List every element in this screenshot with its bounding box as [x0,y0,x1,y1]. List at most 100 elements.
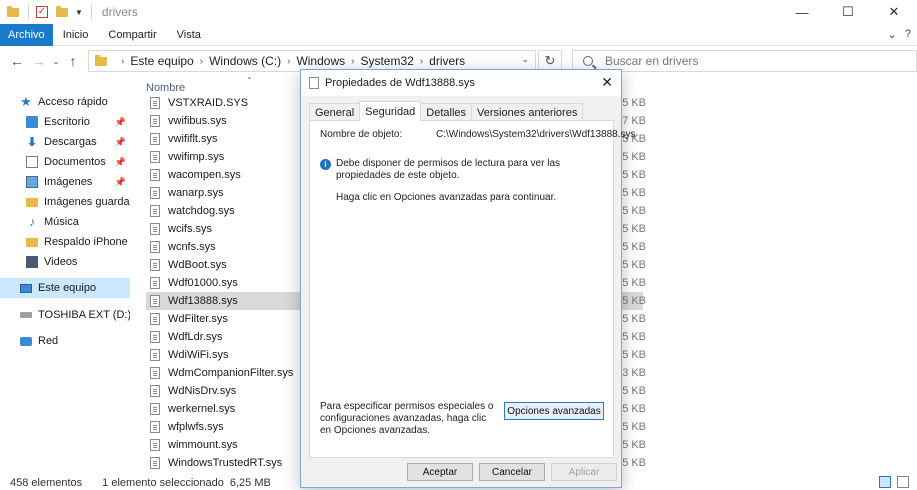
details-view-icon[interactable] [879,476,891,488]
sidebar-item-acceso-rapido[interactable]: ★ Acceso rápido [0,92,130,112]
continue-message: Haga clic en Opciones avanzadas para con… [336,192,557,203]
large-icons-view-icon[interactable] [897,476,909,488]
sidebar-item-documentos[interactable]: Documentos 📌 [0,152,130,172]
system-file-icon [150,457,160,469]
sidebar-item-imagenes-guardadas[interactable]: Imágenes guardadas [0,192,130,212]
videos-icon [26,256,38,268]
breadcrumb-este-equipo[interactable]: Este equipo [130,54,193,68]
file-size-fragment: 5 KB [622,382,646,400]
file-row[interactable]: WdNisDrv.sys [146,382,306,400]
file-size-unit: KB [631,385,646,397]
tab-archivo[interactable]: Archivo [0,23,53,46]
pin-icon: 📌 [114,176,126,187]
system-file-icon [150,259,160,271]
tab-versiones-anteriores[interactable]: Versiones anteriores [471,103,584,121]
file-row[interactable]: VSTXRAID.SYS [146,94,306,112]
sidebar-item-este-equipo[interactable]: Este equipo [0,278,130,298]
folder-icon [26,237,38,247]
maximize-button[interactable]: ☐ [825,0,871,24]
file-row[interactable]: vwifimp.sys [146,148,306,166]
breadcrumb-separator[interactable]: › [121,56,124,67]
tab-detalles[interactable]: Detalles [420,103,473,121]
file-row[interactable]: WdfLdr.sys [146,328,306,346]
properties-check-icon[interactable]: ✓ [35,5,49,19]
system-file-icon [150,151,160,163]
file-row[interactable]: wanarp.sys [146,184,306,202]
search-input[interactable]: Buscar en drivers [572,50,917,72]
minimize-button[interactable]: — [779,0,825,24]
file-size-digit: 3 [622,367,629,379]
file-row[interactable]: vwifibus.sys [146,112,306,130]
file-size-digit: 5 [622,295,629,307]
sidebar-item-videos[interactable]: Videos [0,252,130,272]
file-size-unit: KB [631,277,646,289]
breadcrumb-separator[interactable]: › [200,56,203,67]
close-window-button[interactable]: ✕ [871,0,917,24]
column-header-name[interactable]: Nombre [146,82,185,94]
file-size-unit: KB [631,187,646,199]
cancel-button[interactable]: Cancelar [479,463,545,481]
file-size-fragment: 5 KB [622,418,646,436]
breadcrumb-separator[interactable]: › [420,56,423,67]
file-row[interactable]: wacompen.sys [146,166,306,184]
sidebar-item-imagenes[interactable]: Imágenes 📌 [0,172,130,192]
tab-seguridad[interactable]: Seguridad [359,101,422,121]
help-icon[interactable]: ? [905,28,911,41]
sidebar-item-red[interactable]: Red [0,331,130,351]
customize-quick-access-icon[interactable]: ▼ [75,8,83,17]
file-row[interactable]: WdmCompanionFilter.sys [146,364,306,382]
file-row[interactable]: Wdf01000.sys [146,274,306,292]
file-size-fragment: 5 KB [622,310,646,328]
breadcrumb-windows-c[interactable]: Windows (C:) [209,54,281,68]
expand-ribbon-icon[interactable]: ⌄ [888,28,897,41]
breadcrumb-system32[interactable]: System32 [360,54,413,68]
tab-general[interactable]: General [309,103,361,121]
breadcrumb-separator[interactable]: › [287,56,290,67]
file-size-unit: KB [631,223,646,235]
file-row[interactable]: wcnfs.sys [146,238,306,256]
file-size-digit: 5 [622,277,629,289]
file-size-digit: 5 [622,259,629,271]
file-row[interactable]: wcifs.sys [146,220,306,238]
file-name: wimmount.sys [168,439,238,451]
tab-vista[interactable]: Vista [167,24,211,46]
ribbon-tabs: Archivo Inicio Compartir Vista ⌄ ? [0,23,917,46]
desktop-icon [26,116,38,128]
sidebar-item-label: Videos [44,256,78,268]
sidebar-item-descargas[interactable]: ⬇ Descargas 📌 [0,132,130,152]
file-name: Wdf01000.sys [168,277,238,289]
file-row[interactable]: watchdog.sys [146,202,306,220]
file-row[interactable]: WdiWiFi.sys [146,346,306,364]
ok-button[interactable]: Aceptar [407,463,473,481]
recent-locations-icon[interactable]: ⌄ [50,50,62,72]
sidebar-item-toshiba-ext[interactable]: TOSHIBA EXT (D:) [0,305,130,325]
file-row[interactable]: werkernel.sys [146,400,306,418]
sidebar-item-escritorio[interactable]: Escritorio 📌 [0,112,130,132]
breadcrumb-drivers[interactable]: drivers [429,54,465,68]
file-row[interactable]: vwififlt.sys [146,130,306,148]
tab-inicio[interactable]: Inicio [53,24,99,46]
breadcrumb-windows[interactable]: Windows [296,54,345,68]
apply-button[interactable]: Aplicar [551,463,617,481]
close-icon[interactable]: ✕ [601,74,613,91]
tab-compartir[interactable]: Compartir [98,24,166,46]
breadcrumb-separator[interactable]: › [351,56,354,67]
new-folder-icon[interactable] [55,5,69,19]
sidebar-item-respaldo-iphone[interactable]: Respaldo iPhone [0,232,130,252]
file-row[interactable]: WdBoot.sys [146,256,306,274]
file-row[interactable]: wimmount.sys [146,436,306,454]
file-row[interactable]: WindowsTrustedRT.sys [146,454,306,472]
file-row[interactable]: WdFilter.sys [146,310,306,328]
file-size-fragment: 5 KB [622,184,646,202]
folder-icon [26,197,38,207]
file-row[interactable]: wfplwfs.sys [146,418,306,436]
up-arrow-icon[interactable]: ↑ [62,50,84,72]
file-size-digit: 5 [622,169,629,181]
sidebar-item-musica[interactable]: ♪ Música [0,212,130,232]
forward-arrow-icon[interactable]: → [28,50,50,72]
file-size-digit: 5 [622,439,629,451]
address-dropdown-icon[interactable]: ⌄ [521,54,529,65]
advanced-options-button[interactable]: Opciones avanzadas [504,402,604,420]
back-arrow-icon[interactable]: ← [6,50,28,72]
file-size-digit: 5 [622,331,629,343]
